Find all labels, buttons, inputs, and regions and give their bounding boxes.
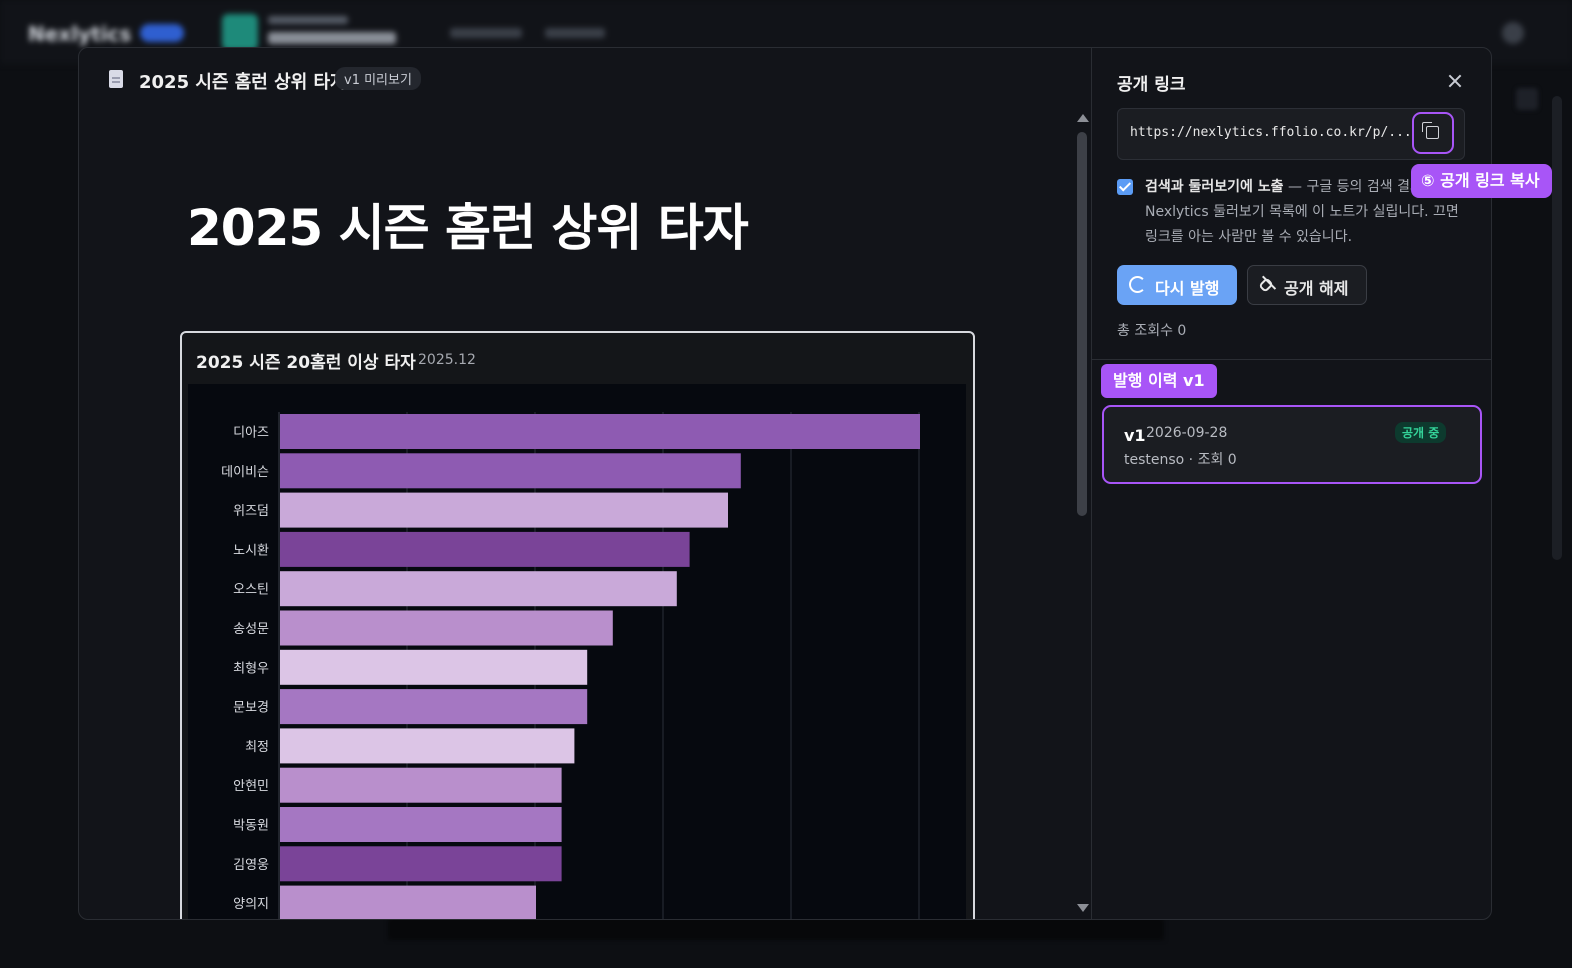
version-badge: v1 미리보기 xyxy=(335,67,421,90)
chart-card: 2025 시즌 20홈런 이상 타자 2025.12 디아즈데이비슨위즈덤노시환… xyxy=(180,331,975,920)
copy-link-callout: ⑤ 공개 링크 복사 xyxy=(1411,164,1552,198)
bar-chart: 디아즈데이비슨위즈덤노시환오스틴송성문최형우문보경최정안현민박동원김영웅양의지 xyxy=(221,412,920,920)
bar[interactable] xyxy=(280,531,690,567)
scrollbar-thumb[interactable] xyxy=(1077,132,1087,516)
category-label: 최형우 xyxy=(233,661,269,676)
category-label: 데이비슨 xyxy=(221,465,269,480)
workspace-caption xyxy=(268,16,348,24)
beta-badge xyxy=(140,24,184,42)
history-version: v1 xyxy=(1124,426,1146,445)
category-label: 노시환 xyxy=(233,543,269,558)
category-label: 김영웅 xyxy=(233,858,269,873)
category-label: 송성문 xyxy=(233,622,269,637)
workspace-avatar xyxy=(222,14,258,50)
category-label: 오스틴 xyxy=(233,583,269,598)
unpublish-button[interactable]: 공개 해제 xyxy=(1247,265,1367,305)
history-date: 2026-09-28 xyxy=(1146,425,1228,441)
publish-modal: 2025 시즌 홈런 상위 타자 v1 미리보기 2025 시즌 홈런 상위 타… xyxy=(78,47,1492,920)
bar[interactable] xyxy=(280,414,920,449)
document-icon xyxy=(109,70,123,88)
search-visibility-label[interactable]: 검색과 둘러보기에 노출 xyxy=(1145,179,1284,195)
preview-pane: 2025 시즌 홈런 상위 타자 v1 미리보기 2025 시즌 홈런 상위 타… xyxy=(79,48,1091,919)
category-label: 안현민 xyxy=(233,779,269,794)
republish-button[interactable]: 다시 발행 xyxy=(1117,265,1237,305)
workspace-name xyxy=(268,32,396,44)
bar[interactable] xyxy=(280,767,562,803)
copy-icon xyxy=(1422,122,1439,139)
user-avatar xyxy=(1502,22,1524,44)
nav-item xyxy=(545,28,605,38)
nav-item xyxy=(450,28,522,38)
document-heading: 2025 시즌 홈런 상위 타자 xyxy=(187,199,749,257)
category-label: 양의지 xyxy=(233,897,269,912)
bar[interactable] xyxy=(280,885,536,920)
bar[interactable] xyxy=(280,728,575,764)
bar[interactable] xyxy=(280,689,588,725)
chart-plot-area: 디아즈데이비슨위즈덤노시환오스틴송성문최형우문보경최정안현민박동원김영웅양의지 xyxy=(188,384,966,920)
total-views: 총 조회수 0 xyxy=(1117,323,1187,339)
chart-date: 2025.12 xyxy=(418,352,476,368)
public-link-url[interactable]: https://nexlytics.ffolio.co.kr/p/... xyxy=(1130,125,1414,140)
preview-title: 2025 시즌 홈런 상위 타자 xyxy=(139,72,347,93)
background-side-button xyxy=(1516,88,1538,110)
unpublish-label: 공개 해제 xyxy=(1284,279,1349,298)
chart-title: 2025 시즌 20홈런 이상 타자 xyxy=(196,353,416,373)
bar[interactable] xyxy=(280,492,728,528)
scroll-up-arrow-icon[interactable] xyxy=(1077,114,1089,122)
history-item[interactable]: v1 2026-09-28 공개 중 testenso · 조회 0 xyxy=(1102,405,1482,484)
background-bottom-bar xyxy=(388,918,1164,940)
category-label: 최정 xyxy=(245,740,269,755)
bar[interactable] xyxy=(280,571,677,607)
bar[interactable] xyxy=(280,453,741,489)
panel-title: 공개 링크 xyxy=(1117,75,1186,95)
republish-label: 다시 발행 xyxy=(1155,279,1220,298)
bar[interactable] xyxy=(280,807,562,842)
category-label: 박동원 xyxy=(233,819,269,834)
copy-link-button[interactable] xyxy=(1412,112,1454,154)
public-link-field[interactable]: https://nexlytics.ffolio.co.kr/p/... xyxy=(1117,108,1465,160)
scroll-down-arrow-icon[interactable] xyxy=(1077,904,1089,912)
unlink-icon xyxy=(1260,277,1278,293)
category-label: 문보경 xyxy=(233,701,269,716)
category-label: 위즈덤 xyxy=(233,504,269,519)
category-label: 디아즈 xyxy=(233,426,269,441)
app-logo: Nexlytics xyxy=(28,22,132,46)
close-icon[interactable] xyxy=(1444,71,1466,93)
divider xyxy=(1092,359,1491,360)
background-scrollbar xyxy=(1552,96,1562,560)
history-callout: 발행 이력 v1 xyxy=(1101,364,1217,398)
search-visibility-checkbox[interactable] xyxy=(1117,179,1133,195)
bar[interactable] xyxy=(280,610,613,646)
bar[interactable] xyxy=(280,649,588,685)
history-meta: testenso · 조회 0 xyxy=(1124,452,1237,468)
refresh-icon xyxy=(1129,276,1146,293)
bar[interactable] xyxy=(280,846,562,882)
status-badge: 공개 중 xyxy=(1395,422,1447,443)
